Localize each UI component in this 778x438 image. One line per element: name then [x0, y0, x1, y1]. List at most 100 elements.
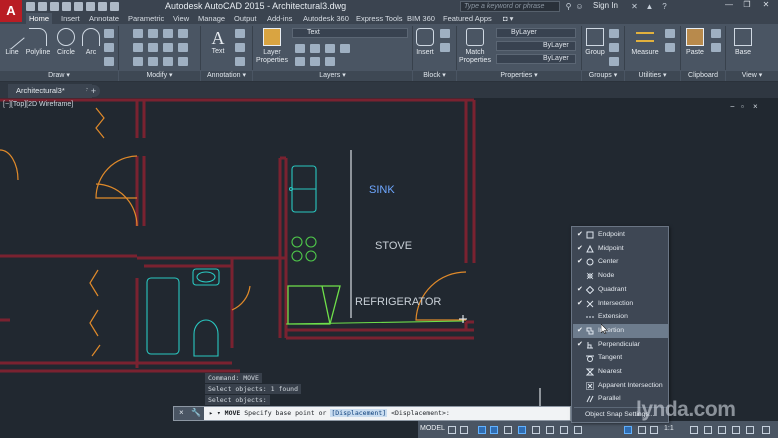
viewport-minimize[interactable]: −	[730, 102, 735, 111]
polyline-tool[interactable]: Polyline	[24, 28, 52, 56]
isodraft-icon[interactable]	[504, 426, 512, 434]
object-snap-icon[interactable]	[624, 426, 632, 434]
tab-output[interactable]: Output	[231, 13, 260, 24]
save-as-icon[interactable]	[62, 2, 71, 11]
recent-commands-icon[interactable]: ▸ ▾	[209, 409, 221, 417]
mirror-icon[interactable]	[148, 43, 158, 52]
table-icon[interactable]	[235, 57, 245, 66]
layer-isolate-icon[interactable]	[310, 44, 320, 53]
new-icon[interactable]	[26, 2, 35, 11]
save-icon[interactable]	[50, 2, 59, 11]
osnap-item-endpoint[interactable]: ✔ Endpoint	[573, 228, 668, 242]
ribbon-options-icon[interactable]: ◘ ▾	[500, 13, 516, 24]
annotation-monitor-icon[interactable]	[704, 426, 712, 434]
paste-button[interactable]: Paste	[684, 28, 706, 56]
move-icon[interactable]	[133, 29, 143, 38]
quick-properties-icon[interactable]	[732, 426, 740, 434]
text-tool[interactable]: A Text	[206, 28, 230, 55]
base-view-button[interactable]: Base	[732, 28, 754, 56]
layer-off-icon[interactable]	[295, 44, 305, 53]
model-space-button[interactable]: MODEL	[420, 425, 445, 432]
tab-bim-360[interactable]: BIM 360	[404, 13, 438, 24]
hatch-icon[interactable]	[104, 43, 114, 52]
share-icon[interactable]	[110, 2, 119, 11]
ungroup-icon[interactable]	[609, 29, 619, 38]
tab-featured-apps[interactable]: Featured Apps	[440, 13, 495, 24]
osnap-item-center[interactable]: ✔ Center	[573, 255, 668, 269]
tab-insert[interactable]: Insert	[58, 13, 83, 24]
array-icon[interactable]	[163, 57, 173, 66]
user-icon[interactable]: ☺	[575, 2, 584, 11]
binoculars-icon[interactable]: ⚲	[564, 2, 573, 11]
panel-title-properties[interactable]: Properties ▾	[457, 71, 581, 81]
scale-icon[interactable]	[148, 57, 158, 66]
linetype-dropdown[interactable]: ByLayer	[496, 41, 576, 51]
insert-block-button[interactable]: Insert	[414, 28, 436, 56]
trim-icon[interactable]	[163, 29, 173, 38]
quick-select-icon[interactable]	[665, 29, 675, 38]
tab-manage[interactable]: Manage	[195, 13, 228, 24]
dynamic-input-icon[interactable]	[574, 426, 582, 434]
match-properties-button[interactable]: Match Properties	[458, 28, 492, 65]
auto-scale-icon[interactable]	[650, 426, 658, 434]
copy-clip-icon[interactable]	[711, 43, 721, 52]
transparency-icon[interactable]	[546, 426, 554, 434]
layer-properties-button[interactable]: Layer Properties	[256, 28, 288, 65]
cut-icon[interactable]	[711, 29, 721, 38]
a360-icon[interactable]: ▲	[645, 2, 654, 11]
viewport-controls-label[interactable]: [−][Top][2D Wireframe]	[3, 101, 73, 108]
panel-title-draw[interactable]: Draw ▾	[0, 71, 118, 81]
tab-add-ins[interactable]: Add-ins	[264, 13, 295, 24]
osnap-item-midpoint[interactable]: ✔ Midpoint	[573, 242, 668, 256]
help-icon[interactable]: ?	[660, 2, 669, 11]
panel-title-annotation[interactable]: Annotation ▾	[201, 71, 252, 81]
redo-icon[interactable]	[98, 2, 107, 11]
autocad-logo-icon[interactable]: A	[0, 0, 22, 22]
panel-title-layers[interactable]: Layers ▾	[253, 71, 412, 81]
maximize-button[interactable]: ❐	[740, 0, 754, 9]
make-current-icon[interactable]	[295, 57, 305, 66]
osnap-item-nearest[interactable]: Nearest	[573, 365, 668, 379]
sign-in-link[interactable]: Sign In	[593, 1, 618, 10]
tab-autodesk-360[interactable]: Autodesk 360	[300, 13, 352, 24]
panel-title-utilities[interactable]: Utilities ▾	[625, 71, 680, 81]
customize-icon[interactable]: 🔧	[191, 408, 201, 417]
annotation-visibility-icon[interactable]	[638, 426, 646, 434]
polar-icon[interactable]	[490, 426, 498, 434]
osnap-item-perpendicular[interactable]: ✔ Perpendicular	[573, 338, 668, 352]
undo-icon[interactable]	[86, 2, 95, 11]
group-edit-icon[interactable]	[609, 43, 619, 52]
search-input[interactable]: Type a keyword or phrase	[460, 1, 560, 12]
command-line[interactable]: × 🔧 ▸ ▾ MOVE Specify base point or [Disp…	[173, 406, 571, 421]
selection-cycling-icon[interactable]	[560, 426, 568, 434]
close-button[interactable]: ✕	[759, 0, 773, 9]
panel-title-modify[interactable]: Modify ▾	[119, 71, 200, 81]
customization-icon[interactable]	[762, 426, 770, 434]
rectangle-icon[interactable]	[104, 29, 114, 38]
osnap-item-node[interactable]: Node	[573, 269, 668, 283]
object-snap-tracking-icon[interactable]	[518, 426, 526, 434]
panel-title-view[interactable]: View ▾	[726, 71, 778, 81]
displacement-option[interactable]: [Displacement]	[330, 409, 388, 417]
group-button[interactable]: Group	[584, 28, 606, 56]
copy-icon[interactable]	[133, 43, 143, 52]
workspace-gear-icon[interactable]	[690, 426, 698, 434]
create-block-icon[interactable]	[440, 29, 450, 38]
osnap-item-quadrant[interactable]: ✔ Quadrant	[573, 283, 668, 297]
dimension-icon[interactable]	[235, 29, 245, 38]
panel-title-block[interactable]: Block ▾	[413, 71, 456, 81]
leader-icon[interactable]	[235, 43, 245, 52]
measure-button[interactable]: Measure	[629, 28, 661, 56]
erase-icon[interactable]	[178, 29, 188, 38]
circle-tool[interactable]: Circle	[55, 28, 77, 56]
plot-icon[interactable]	[74, 2, 83, 11]
grid-icon[interactable]	[448, 426, 456, 434]
snap-icon[interactable]	[460, 426, 468, 434]
fillet-icon[interactable]	[163, 43, 173, 52]
tab-home[interactable]: Home	[26, 13, 53, 24]
layer-freeze-icon[interactable]	[325, 44, 335, 53]
edit-block-icon[interactable]	[440, 43, 450, 52]
group-select-icon[interactable]	[609, 57, 619, 66]
annotation-scale[interactable]: 1:1	[664, 425, 674, 432]
tab-parametric[interactable]: Parametric	[125, 13, 167, 24]
